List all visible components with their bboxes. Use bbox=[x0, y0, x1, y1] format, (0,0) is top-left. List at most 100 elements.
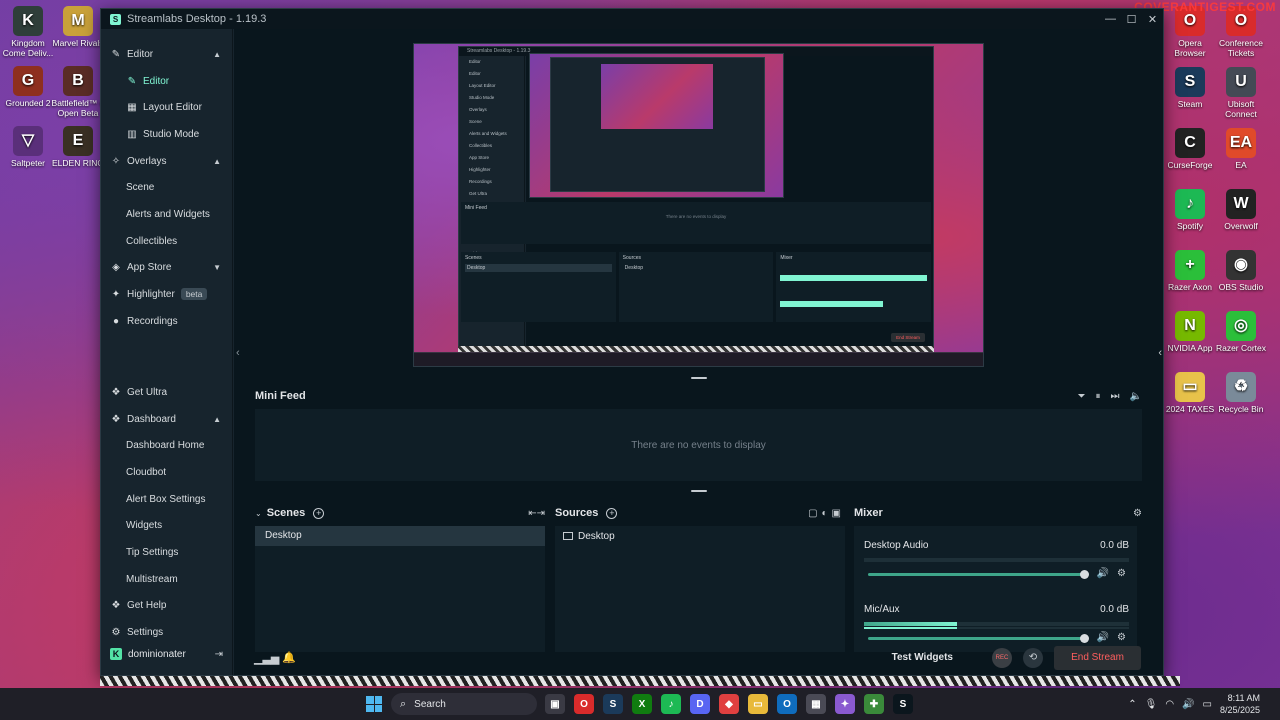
desktop-icon[interactable]: E ELDEN RING bbox=[50, 126, 106, 168]
sidebar-item-editor[interactable]: ✎ Editor bbox=[101, 70, 233, 92]
clock[interactable]: 8:11 AM 8/25/2025 bbox=[1220, 692, 1260, 716]
store-icon[interactable]: ▦ bbox=[806, 694, 826, 714]
mixer-settings-gear-icon[interactable]: ⚙ bbox=[1133, 508, 1142, 519]
title-bar[interactable]: S Streamlabs Desktop - 1.19.3 — ☐ ✕ bbox=[101, 9, 1163, 29]
sidebar: ✎ Editor ▲ ✎ Editor ▦ Layout Editor ▥ Studio Mod… bbox=[101, 29, 233, 675]
streamlabs-icon[interactable]: S bbox=[893, 694, 913, 714]
test-widgets-button[interactable]: Test Widgets bbox=[892, 652, 953, 663]
spotify-icon[interactable]: ♪ bbox=[661, 694, 681, 714]
sidebar-item-scene[interactable]: Scene bbox=[101, 176, 233, 198]
desktop-icon[interactable]: ▽ Saltpeter bbox=[0, 126, 56, 168]
sidebar-item-collectibles[interactable]: Collectibles bbox=[101, 230, 233, 252]
discord-icon[interactable]: D bbox=[690, 694, 710, 714]
desktop-icon[interactable]: ♻ Recycle Bin bbox=[1213, 372, 1269, 414]
close-button[interactable]: ✕ bbox=[1142, 9, 1163, 29]
pause-icon[interactable]: ⏸ bbox=[1096, 391, 1101, 402]
desktop-icon[interactable]: U Ubisoft Connect bbox=[1213, 67, 1269, 119]
app-icon: S bbox=[1175, 67, 1205, 97]
end-stream-button[interactable]: End Stream bbox=[1054, 646, 1141, 670]
opera-icon[interactable]: O bbox=[574, 694, 594, 714]
desktop-icon[interactable]: B Battlefield™ 6 Open Beta bbox=[50, 66, 106, 118]
add-source-icon[interactable]: + bbox=[606, 507, 618, 519]
desktop-icon[interactable]: W Overwolf bbox=[1213, 189, 1269, 231]
sidebar-item-app-store[interactable]: ◈ App Store ▼ bbox=[101, 256, 233, 278]
source-tools-icons[interactable]: ▢◐▣ bbox=[808, 508, 845, 519]
desktop-icon[interactable]: C CurseForge bbox=[1162, 128, 1218, 170]
desktop-icon[interactable]: ◎ Razer Cortex bbox=[1213, 311, 1269, 353]
sidebar-item-alert-box-settings[interactable]: Alert Box Settings bbox=[101, 488, 233, 510]
volume-icon[interactable]: 🔈 bbox=[1130, 391, 1142, 402]
sidebar-item-settings[interactable]: ⚙ Settings bbox=[101, 621, 233, 643]
desktop-icon[interactable]: M Marvel Rivals bbox=[50, 6, 106, 48]
desktop-icon[interactable]: ▭ 2024 TAXES bbox=[1162, 372, 1218, 414]
chevron-icon[interactable]: ▼ bbox=[213, 263, 221, 272]
replay-buffer-icon[interactable]: ⟲ bbox=[1023, 648, 1043, 668]
xbox-icon[interactable]: X bbox=[632, 694, 652, 714]
desktop-icon[interactable]: K Kingdom Come Deliv... bbox=[0, 6, 56, 58]
desktop-icon[interactable]: ◉ OBS Studio bbox=[1213, 250, 1269, 292]
sidebar-item-alerts-and-widgets[interactable]: Alerts and Widgets bbox=[101, 203, 233, 225]
sidebar-item-layout-editor[interactable]: ▦ Layout Editor bbox=[101, 96, 233, 118]
sidebar-item-studio-mode[interactable]: ▥ Studio Mode bbox=[101, 123, 233, 145]
chevron-icon[interactable]: ▲ bbox=[213, 415, 221, 424]
start-button-windows-icon[interactable] bbox=[366, 696, 382, 712]
add-scene-icon[interactable]: + bbox=[313, 507, 325, 519]
stream-preview[interactable]: Streamlabs Desktop - 1.19.3 Editor Editor… bbox=[413, 43, 984, 367]
resize-handle-2[interactable] bbox=[691, 490, 707, 492]
tray-chevron-icon[interactable]: ⌃ bbox=[1128, 699, 1136, 710]
sidebar-item-tip-settings[interactable]: Tip Settings bbox=[101, 541, 233, 563]
desktop-icon[interactable]: N NVIDIA App bbox=[1162, 311, 1218, 353]
source-item[interactable]: Desktop bbox=[555, 526, 845, 546]
sidebar-item-widgets[interactable]: Widgets bbox=[101, 514, 233, 536]
chevron-icon[interactable]: ▲ bbox=[213, 157, 221, 166]
chevron-icon[interactable]: ▲ bbox=[213, 50, 221, 59]
maximize-button[interactable]: ☐ bbox=[1121, 9, 1142, 29]
scene-item[interactable]: Desktop bbox=[255, 526, 545, 546]
wifi-icon[interactable]: ◠ bbox=[1165, 699, 1174, 710]
collapse-sidebar-chevron-icon[interactable]: ‹ bbox=[236, 347, 240, 359]
copilot-icon[interactable]: ✦ bbox=[835, 694, 855, 714]
volume-slider[interactable] bbox=[868, 634, 1089, 643]
volume-slider[interactable] bbox=[868, 570, 1089, 579]
sidebar-item-cloudbot[interactable]: Cloudbot bbox=[101, 461, 233, 483]
sidebar-item-dashboard[interactable]: ❖ Dashboard ▲ bbox=[101, 408, 233, 430]
taskbar-search[interactable]: ⌕ Search bbox=[391, 693, 537, 715]
sidebar-item-get-help[interactable]: ❖ Get Help bbox=[101, 594, 233, 616]
performance-stats-icon[interactable]: ▁▃▅ bbox=[254, 652, 279, 665]
skip-icon[interactable]: ⏭ bbox=[1111, 391, 1120, 402]
minimize-button[interactable]: — bbox=[1100, 9, 1121, 29]
desktop-icon[interactable]: S Steam bbox=[1162, 67, 1218, 109]
logout-icon[interactable]: ⇥ bbox=[215, 649, 223, 660]
scenes-collapse-chevron-icon[interactable]: ⌄ bbox=[255, 509, 262, 518]
notifications-bell-icon[interactable]: 🔔 bbox=[282, 651, 296, 664]
resize-handle[interactable] bbox=[691, 377, 707, 379]
user-account[interactable]: K dominionater ⇥ bbox=[101, 643, 233, 665]
outlook-icon[interactable]: O bbox=[777, 694, 797, 714]
steam-icon[interactable]: S bbox=[603, 694, 623, 714]
file-explorer-icon[interactable]: ▣ bbox=[545, 694, 565, 714]
microphone-icon[interactable]: 🎙 bbox=[1145, 699, 1158, 710]
desktop-icon[interactable]: + Razer Axon bbox=[1162, 250, 1218, 292]
sidebar-item-overlays[interactable]: ✧ Overlays ▲ bbox=[101, 150, 233, 172]
minecraft-icon[interactable]: ✚ bbox=[864, 694, 884, 714]
speaker-tray-icon[interactable]: 🔊 bbox=[1182, 699, 1194, 710]
sidebar-item-dashboard-home[interactable]: Dashboard Home bbox=[101, 434, 233, 456]
slider-knob[interactable] bbox=[1080, 570, 1089, 579]
battery-icon[interactable]: ▭ bbox=[1203, 699, 1212, 710]
sidebar-item-multistream[interactable]: Multistream bbox=[101, 568, 233, 590]
sidebar-item-editor[interactable]: ✎ Editor ▲ bbox=[101, 43, 233, 65]
sidebar-item-highlighter[interactable]: ✦ Highlighter beta bbox=[101, 283, 233, 305]
app-red-icon[interactable]: ◆ bbox=[719, 694, 739, 714]
desktop-icon[interactable]: EA EA bbox=[1213, 128, 1269, 170]
channel-gear-icon[interactable]: ⚙ bbox=[1117, 568, 1126, 579]
filter-icon[interactable]: ⏷ bbox=[1078, 391, 1086, 402]
folder-icon[interactable]: ▭ bbox=[748, 694, 768, 714]
record-button[interactable]: REC bbox=[992, 648, 1012, 668]
scene-transitions-icon[interactable]: ⇤⇥ bbox=[528, 508, 545, 519]
sidebar-item-get-ultra[interactable]: ❖ Get Ultra bbox=[101, 381, 233, 403]
sidebar-item-recordings[interactable]: ● Recordings bbox=[101, 310, 233, 332]
desktop-icon[interactable]: G Grounded 2 bbox=[0, 66, 56, 108]
expand-right-chevron-icon[interactable]: ‹ bbox=[1158, 347, 1162, 359]
desktop-icon[interactable]: ♪ Spotify bbox=[1162, 189, 1218, 231]
speaker-icon[interactable]: 🔊 bbox=[1097, 568, 1109, 579]
